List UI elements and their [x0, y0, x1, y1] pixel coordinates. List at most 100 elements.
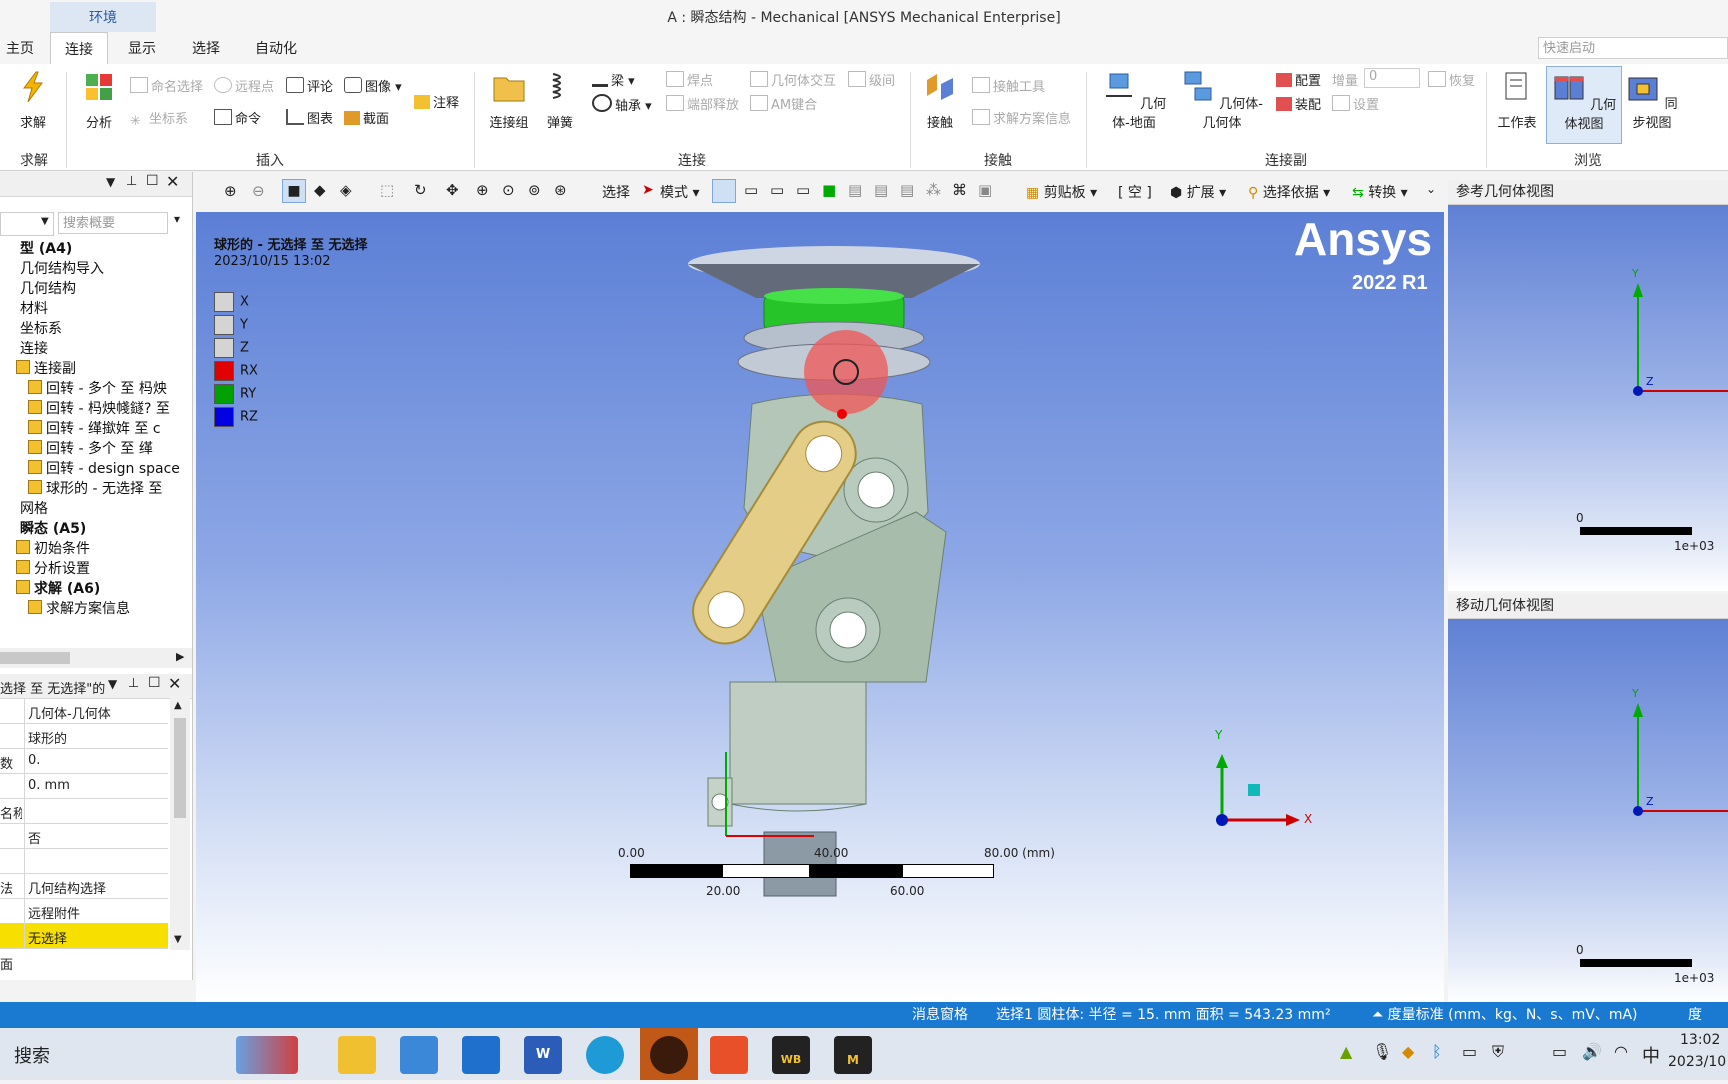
context-tab-environment[interactable]: 环境 [50, 2, 156, 32]
beam-button[interactable]: 梁 ▾ [592, 70, 635, 89]
worksheet-button[interactable]: 工作表 [1492, 70, 1542, 131]
tree-hscrollbar[interactable]: ▶ [0, 648, 192, 668]
wifi-icon[interactable]: ◠ [1614, 1042, 1628, 1061]
select-element-face-icon[interactable]: ▤ [874, 181, 888, 199]
tree-item[interactable]: 回转 - 杩炴帴鐩? 至 [28, 398, 170, 418]
workbench-icon[interactable]: WB [772, 1036, 810, 1074]
pin-icon[interactable]: ⊥ [128, 676, 139, 691]
cursor-icon[interactable]: ➤ [642, 182, 654, 198]
bearing-button[interactable]: 轴承 ▾ [592, 94, 652, 114]
tree-item[interactable]: 坐标系 [4, 318, 62, 338]
details-row[interactable]: 名称 [0, 798, 168, 824]
extend-dropdown[interactable]: ⬢ 扩展 ▾ [1170, 182, 1226, 202]
box-zoom-icon[interactable]: ⬚ [380, 181, 394, 199]
edge-icon[interactable] [586, 1036, 624, 1074]
tab-home[interactable]: 主页 [0, 32, 40, 64]
wireframe-icon[interactable]: ◆ [314, 181, 326, 199]
volume-icon[interactable]: 🔊 [1582, 1042, 1602, 1061]
file-explorer-icon[interactable] [338, 1036, 376, 1074]
folder-tray-icon[interactable]: ▭ [1462, 1042, 1477, 1061]
tab-automation[interactable]: 自动化 [248, 32, 304, 64]
security-icon[interactable]: ◆ [1402, 1042, 1414, 1061]
body-body-button[interactable]: 几何体-几何体 [1176, 70, 1268, 131]
panel-menu-icon[interactable]: ▼ [106, 175, 115, 189]
image-button[interactable]: 图像 ▾ [344, 76, 402, 95]
tree-item[interactable]: 初始条件 [16, 538, 90, 558]
remote-point-button[interactable]: 远程点 [214, 76, 274, 95]
search-options-icon[interactable]: ▾ [174, 212, 180, 226]
increment-input[interactable]: 0 [1364, 68, 1420, 88]
clock-date[interactable]: 2023/10 [1668, 1054, 1726, 1070]
details-row[interactable]: 数 0. [0, 748, 168, 774]
details-row[interactable]: 球形的 [0, 723, 168, 749]
tree-item[interactable]: 连接副 [16, 358, 76, 378]
select-face-icon[interactable]: ▭ [770, 181, 784, 199]
close-icon[interactable]: ✕ [166, 172, 179, 191]
tab-display[interactable]: 显示 [118, 32, 166, 64]
section-button[interactable]: 截面 [344, 108, 389, 127]
details-row[interactable]: 法几何结构选择 [0, 873, 168, 899]
clipboard-dropdown[interactable]: ▦ 剪贴板 ▾ [1026, 182, 1097, 202]
maximize-icon[interactable]: ☐ [146, 173, 159, 189]
maximize-icon[interactable]: ☐ [148, 675, 161, 691]
tree-item[interactable]: 回转 - 多个 至 杩炴 [28, 378, 167, 398]
details-row[interactable]: 几何体-几何体 [0, 698, 168, 724]
details-row[interactable] [0, 848, 168, 874]
tree-item[interactable]: 回转 - design space [28, 458, 180, 478]
select-node-icon[interactable]: ■ [822, 181, 836, 199]
body-ground-button[interactable]: 几何体-地面 [1094, 70, 1174, 131]
tree-item[interactable]: 瞬态 (A5) [4, 518, 86, 538]
capture-app-icon[interactable] [710, 1036, 748, 1074]
joint-level-button[interactable]: 级间 [848, 70, 895, 89]
select-mode-dropdown[interactable]: 模式 ▾ [660, 182, 699, 202]
shading-icon[interactable]: ◈ [340, 181, 352, 199]
nvidia-icon[interactable]: ▲ [1340, 1042, 1352, 1061]
zoom-out-icon[interactable]: ⊖ [252, 182, 265, 200]
solid-view-icon[interactable]: ■ [282, 179, 306, 203]
tree-item[interactable]: 几何结构导入 [4, 258, 104, 278]
bluetooth-icon[interactable]: ᛒ [1432, 1042, 1442, 1061]
spot-weld-button[interactable]: 焊点 [666, 70, 713, 89]
zoom-in-icon[interactable]: ⊕ [224, 182, 237, 200]
end-release-button[interactable]: 端部释放 [666, 94, 739, 113]
battery-icon[interactable]: ▭ [1552, 1042, 1567, 1061]
scroll-right-icon[interactable]: ▶ [176, 650, 184, 663]
widget-icon[interactable] [236, 1036, 298, 1074]
body-interaction-button[interactable]: 几何体交互 [750, 70, 836, 89]
tree-item[interactable]: 型 (A4) [4, 238, 72, 258]
assemble-button[interactable]: 装配 [1276, 94, 1321, 113]
scrollbar-thumb[interactable] [174, 718, 186, 818]
tree-item[interactable]: 求解 (A6) [16, 578, 100, 598]
outline-search-input[interactable]: 搜索概要 [58, 212, 168, 234]
annotation-button[interactable]: 注释 [414, 92, 459, 111]
contact-tool-button[interactable]: 接触工具 [972, 76, 1045, 95]
zoom-fit-icon[interactable]: ⊚ [528, 181, 541, 199]
clock-time[interactable]: 13:02 [1680, 1032, 1720, 1048]
details-row[interactable]: 远程附件 [0, 898, 168, 924]
tab-selection[interactable]: 选择 [182, 32, 230, 64]
sync-views-button[interactable]: 同步视图 [1620, 70, 1684, 131]
graphics-viewport[interactable]: 球形的 - 无选择 至 无选择 2023/10/15 13:02 X Y Z RX RY… [196, 212, 1444, 1002]
label-icon[interactable]: ⌘ [952, 181, 967, 199]
coordinate-icon[interactable]: ▣ [978, 181, 992, 199]
word-icon[interactable]: W [524, 1036, 562, 1074]
select-by-dropdown[interactable]: ⚲ 选择依据 ▾ [1248, 182, 1330, 202]
am-bond-button[interactable]: AM键合 [750, 94, 817, 113]
tree-item[interactable]: 求解方案信息 [28, 598, 130, 618]
tree-item[interactable]: 回转 - 多个 至 缂 [28, 438, 153, 458]
named-selection-button[interactable]: 命名选择 [130, 76, 203, 95]
select-edge-icon[interactable]: ▭ [744, 181, 758, 199]
analysis-button[interactable]: 分析 [76, 70, 122, 131]
shield-icon[interactable]: ⛨ [1492, 1042, 1504, 1062]
joint-settings-button[interactable]: 设置 [1332, 94, 1379, 113]
store-icon[interactable] [400, 1036, 438, 1074]
solve-button[interactable]: 求解 [12, 70, 54, 131]
tree-filter-dropdown[interactable]: ▼ [0, 212, 54, 236]
select-edge-mesh-icon[interactable]: ⁂ [926, 181, 941, 199]
taskbar-search[interactable]: 搜索 [14, 1042, 50, 1068]
close-icon[interactable]: ✕ [168, 674, 181, 693]
tree-item[interactable]: 分析设置 [16, 558, 90, 578]
tree-item[interactable]: 连接 [4, 338, 48, 358]
mechanical-icon[interactable]: M [834, 1036, 872, 1074]
pin-icon[interactable]: ⊥ [126, 174, 137, 189]
